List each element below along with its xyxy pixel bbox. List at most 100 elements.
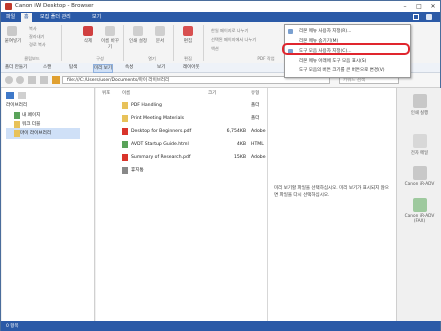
preview-pane: 미리 보기할 파일을 선택하십시오. 미리 보기가 표시되지 않으면 파일을 다…: [267, 88, 396, 321]
navigation-pane: 라이브러리 내 페이지 워크 더블 마이 라이브러리: [2, 88, 95, 321]
file-icon: [122, 167, 128, 174]
ribbon-divider: [61, 25, 62, 61]
action-bar: 인쇄 실행 전자 메일 Canon iR-ADV Canon iR-ADV (F…: [396, 88, 441, 321]
forward-icon[interactable]: [16, 76, 24, 84]
folder-view-icon[interactable]: [18, 92, 26, 99]
paste-icon: [7, 26, 17, 36]
table-row[interactable]: Print Meeting Materials 폴더: [96, 113, 267, 124]
my-page-icon: [14, 112, 20, 119]
document-button[interactable]: 문서: [149, 38, 171, 44]
file-size: 6,754KB: [226, 129, 246, 134]
toolbar-browse[interactable]: 탐색: [69, 64, 77, 71]
tab-view[interactable]: 보기: [89, 13, 104, 22]
ribbon-tabs: 파일 홈 모집 폴더 관리 보기: [1, 12, 440, 22]
menu-item-large-buttons[interactable]: 도구 모음의 버튼 크기를 큰 버튼으로 변경(V): [285, 66, 410, 75]
file-type: HTML: [251, 142, 264, 147]
highlight-outline: [282, 43, 410, 55]
delete-button[interactable]: 삭제: [77, 38, 99, 44]
file-name: Print Meeting Materials: [131, 116, 185, 121]
minimize-button[interactable]: –: [398, 1, 412, 12]
file-name: 휴지통: [131, 168, 144, 173]
library-icon: [14, 130, 20, 137]
paste-button[interactable]: 붙여넣기: [3, 38, 23, 44]
file-size: 15KB: [233, 155, 246, 160]
edit-icon: [183, 26, 193, 36]
mail-icon: [412, 134, 427, 148]
rename-button[interactable]: 이름 바꾸기: [99, 38, 121, 50]
title-bar: Canon iW Desktop - Browser – □ ✕: [1, 1, 440, 12]
cut-button[interactable]: 잘라내기: [29, 34, 44, 40]
canon-device-button[interactable]: Canon iR-ADV: [399, 166, 440, 187]
file-type: 폴더: [251, 103, 260, 108]
table-row[interactable]: Summary of Research.pdf 15KB Adobe: [96, 152, 267, 163]
column-header-location[interactable]: 위포: [102, 88, 110, 99]
file-list: 위포 이름 크기 유형 PDF Handling 폴더 Print Meeting …: [96, 88, 267, 321]
tab-collection-folder[interactable]: 모집 폴더 관리: [37, 13, 74, 22]
column-header-size[interactable]: 크기: [208, 88, 216, 99]
up-folder-icon[interactable]: [28, 76, 36, 84]
file-name: PDF Handling: [131, 103, 162, 108]
preview-message: 미리 보기할 파일을 선택하십시오. 미리 보기가 표시되지 않으면 파일을 다…: [274, 186, 389, 198]
tab-file[interactable]: 파일: [3, 13, 18, 22]
canon-fax-button[interactable]: Canon iR-ADV (FAX): [399, 198, 440, 224]
status-bar: 0 항목: [1, 321, 440, 331]
folder-icon: [122, 102, 128, 109]
email-button[interactable]: 전자 메일: [399, 134, 440, 156]
file-type: Adobe: [251, 155, 266, 160]
edit-button[interactable]: 편집: [177, 38, 199, 44]
fax-icon: [412, 198, 427, 212]
column-header-type[interactable]: 유형: [251, 88, 259, 99]
maximize-button[interactable]: □: [412, 1, 426, 12]
split-selected-button[interactable]: 선택된 페이지에서 나누기: [211, 37, 256, 43]
copy-button[interactable]: 복사: [29, 26, 37, 32]
file-name: Summary of Research.pdf: [131, 155, 191, 160]
group-pdf-label: PDF 작업: [257, 56, 275, 61]
group-organize-label: 구성: [96, 56, 104, 61]
group-clipboard-label: 클립보드: [24, 56, 40, 61]
file-size: 4KB: [236, 142, 246, 147]
toolbar-preview[interactable]: 미리 보기: [93, 64, 113, 73]
status-text: 0 항목: [6, 324, 19, 329]
delete-icon: [83, 26, 93, 36]
app-logo-icon: [5, 3, 12, 10]
toolbar-view[interactable]: 보기: [157, 64, 165, 71]
menu-item-toolbar-below[interactable]: 리본 메뉴 아래에 도구 모음 표시(S): [285, 57, 410, 66]
library-view-icon[interactable]: [6, 92, 14, 99]
toolbar-scan[interactable]: 스캔: [43, 64, 51, 71]
help-icon[interactable]: [413, 14, 419, 20]
file-name: Desktop for Beginners.pdf: [131, 129, 192, 134]
toolbar-properties[interactable]: 속성: [125, 64, 133, 71]
file-icon: [122, 141, 128, 148]
toolbar-new-folder[interactable]: 폴더 만들기: [5, 64, 27, 71]
home-icon[interactable]: [52, 76, 60, 84]
close-button[interactable]: ✕: [426, 1, 440, 12]
menu-item-customize-ribbon[interactable]: 리본 메뉴 사용자 지정(R)...: [285, 27, 410, 36]
app-window: Canon iW Desktop - Browser – □ ✕ 파일 홈 모집…: [0, 0, 441, 331]
rename-icon: [105, 26, 115, 36]
print-settings-icon: [133, 26, 143, 36]
table-row[interactable]: Desktop for Beginners.pdf 6,754KB Adobe: [96, 126, 267, 137]
action-button[interactable]: 액션: [211, 46, 219, 52]
back-icon[interactable]: [5, 76, 13, 84]
ribbon-options-icon[interactable]: [426, 14, 432, 20]
ribbon-divider: [123, 25, 124, 61]
copy-path-button[interactable]: 경로 복사: [29, 42, 46, 48]
refresh-icon[interactable]: [40, 76, 48, 84]
ribbon-divider: [173, 25, 174, 61]
ribbon-icon: [288, 29, 293, 34]
print-run-button[interactable]: 인쇄 실행: [399, 94, 440, 116]
toolbar-layout[interactable]: 레이아웃: [183, 64, 200, 71]
file-name: AVDT Startup Guide.html: [131, 142, 189, 147]
table-row[interactable]: AVDT Startup Guide.html 4KB HTML: [96, 139, 267, 150]
column-header-name[interactable]: 이름: [122, 88, 130, 99]
tab-home[interactable]: 홈: [21, 13, 32, 22]
device-icon: [412, 166, 427, 180]
file-icon: [122, 154, 128, 161]
table-row[interactable]: PDF Handling 폴더: [96, 100, 267, 111]
group-edit-label: 편집: [184, 56, 192, 61]
table-row[interactable]: 휴지통: [96, 165, 267, 176]
print-settings-button[interactable]: 인쇄 설정: [127, 38, 149, 44]
file-icon: [122, 128, 128, 135]
split-pages-button[interactable]: 한일 페이지로 나누기: [211, 28, 248, 34]
nav-item-my-library[interactable]: 마이 라이브러리: [6, 128, 80, 139]
